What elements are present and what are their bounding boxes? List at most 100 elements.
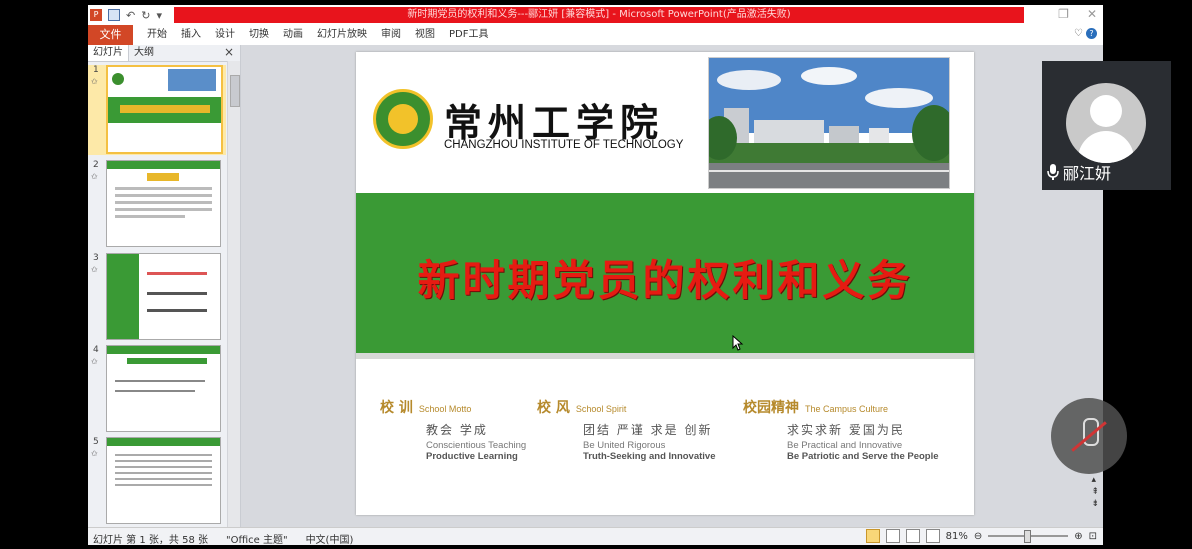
zoom-slider[interactable] (988, 530, 1069, 543)
thumbnail-preview (106, 345, 221, 432)
restore-button[interactable]: ❐ (1058, 7, 1069, 21)
slides-pane: 幻灯片 大纲 × 1 ✩ 2 ✩ 3 ✩ 4 ✩ 5 ✩ (88, 45, 241, 527)
thumbnail-number: 2 (93, 160, 99, 170)
animation-star-icon: ✩ (91, 172, 98, 181)
current-slide[interactable]: 常州工学院 CHANGZHOU INSTITUTE OF TECHNOLOGY (356, 52, 974, 515)
campus-culture-block: 校园精神 The Campus Culture 求实求新 爱国为民 Be Prac… (743, 397, 939, 462)
tab-design[interactable]: 设计 (208, 25, 242, 45)
thumbnail-number: 4 (93, 345, 99, 355)
motto-cn: 教会 学成 (426, 423, 488, 437)
slide-thumbnail-5[interactable]: 5 ✩ (88, 437, 226, 527)
slideshow-view-icon[interactable] (925, 529, 940, 543)
tab-slideshow[interactable]: 幻灯片放映 (310, 25, 374, 45)
slide-sorter-view-icon[interactable] (885, 529, 900, 543)
tab-transitions[interactable]: 切换 (242, 25, 276, 45)
slide-nav-icons: ▴ ⇞ ⇟ (1091, 475, 1099, 509)
tab-animations[interactable]: 动画 (276, 25, 310, 45)
reading-view-icon[interactable] (905, 529, 920, 543)
microphone-icon (1047, 164, 1059, 180)
window-controls: ❐ ✕ (1058, 7, 1097, 21)
slide-thumbnail-2[interactable]: 2 ✩ (88, 160, 226, 250)
spirit-en-2: Truth-Seeking and Innovative (583, 451, 716, 462)
slide-thumbnail-3[interactable]: 3 ✩ (88, 253, 226, 343)
tab-home[interactable]: 开始 (140, 25, 174, 45)
tab-outline[interactable]: 大纲 (129, 45, 159, 61)
slide-thumbnail-4[interactable]: 4 ✩ (88, 345, 226, 435)
slides-pane-scrollbar[interactable] (227, 61, 240, 527)
participant-video-tile[interactable]: 郦江妍 (1042, 61, 1171, 190)
spirit-en-1: Be United Rigorous (583, 440, 666, 451)
zoom-level[interactable]: 81% (946, 531, 968, 542)
help-icon[interactable]: ? (1086, 28, 1097, 39)
tab-pdf-tools[interactable]: PDF工具 (442, 25, 495, 45)
spirit-cn: 团结 严谨 求是 创新 (583, 423, 713, 437)
thumbnail-preview (106, 65, 223, 154)
previous-slide-icon[interactable]: ⇞ (1091, 487, 1099, 497)
fit-to-window-icon[interactable]: ⊡ (1089, 531, 1097, 542)
thumbnail-number: 3 (93, 253, 99, 263)
powerpoint-window: P ↶ ↻ ▾ 新时期党员的权利和义务---郦江妍 [兼容模式] - Micro… (88, 5, 1103, 545)
motto-en-1: Conscientious Teaching (426, 440, 527, 451)
culture-en-1: Be Practical and Innovative (787, 440, 903, 451)
ribbon-right-controls: ♡ ? (1074, 28, 1097, 39)
participant-name: 郦江妍 (1063, 164, 1112, 183)
tab-slides[interactable]: 幻灯片 (88, 45, 129, 61)
tab-review[interactable]: 审阅 (374, 25, 408, 45)
school-spirit-block: 校 风 School Spirit 团结 严谨 求是 创新 Be United R… (537, 397, 716, 462)
animation-star-icon: ✩ (91, 357, 98, 366)
spirit-heading: 校 风 (537, 400, 570, 416)
thumbnail-number: 1 (93, 65, 99, 75)
college-logo-icon (373, 89, 433, 149)
title-bar: P ↶ ↻ ▾ 新时期党员的权利和义务---郦江妍 [兼容模式] - Micro… (88, 5, 1103, 25)
slide-editing-area: 常州工学院 CHANGZHOU INSTITUTE OF TECHNOLOGY (241, 45, 1103, 527)
quick-access-toolbar: P ↶ ↻ ▾ (90, 7, 162, 23)
close-pane-icon[interactable]: × (224, 45, 234, 59)
culture-heading-en: The Campus Culture (805, 404, 889, 414)
tab-insert[interactable]: 插入 (174, 25, 208, 45)
window-title: 新时期党员的权利和义务---郦江妍 [兼容模式] - Microsoft Pow… (174, 7, 1024, 23)
participant-avatar (1066, 83, 1146, 163)
scrollbar-thumb[interactable] (230, 75, 240, 107)
spirit-heading-en: School Spirit (575, 404, 627, 414)
mute-microphone-button[interactable] (1051, 398, 1127, 474)
tab-view[interactable]: 视图 (408, 25, 442, 45)
divider-line (356, 353, 974, 359)
thumbnail-number: 5 (93, 437, 99, 447)
slide-count: 幻灯片 第 1 张，共 58 张 (93, 535, 208, 545)
slide-thumbnail-1[interactable]: 1 ✩ (88, 65, 226, 155)
animation-star-icon: ✩ (91, 77, 98, 86)
zoom-in-icon[interactable]: ⊕ (1074, 531, 1082, 542)
culture-heading: 校园精神 (743, 400, 799, 416)
status-bar: 幻灯片 第 1 张，共 58 张 "Office 主题" 中文(中国) 81% … (88, 527, 1103, 545)
undo-icon[interactable]: ↶ (126, 9, 135, 22)
theme-name: "Office 主题" (225, 535, 288, 545)
motto-heading-en: School Motto (418, 404, 472, 414)
motto-en-2: Productive Learning (426, 451, 518, 462)
school-name-en: CHANGZHOU INSTITUTE OF TECHNOLOGY (444, 139, 684, 151)
zoom-out-icon[interactable]: ⊖ (974, 531, 982, 542)
language-indicator[interactable]: 中文(中国) (306, 531, 354, 545)
school-motto-block: 校 训 School Motto 教会 学成 Conscientious Teac… (380, 397, 526, 462)
animation-star-icon: ✩ (91, 449, 98, 458)
thumbnail-preview (106, 160, 221, 247)
normal-view-icon[interactable] (865, 529, 880, 543)
culture-en-2: Be Patriotic and Serve the People (787, 451, 939, 462)
powerpoint-logo-icon: P (90, 9, 102, 21)
thumbnail-preview (106, 437, 221, 524)
motto-heading: 校 训 (380, 400, 413, 416)
customize-qat-icon[interactable]: ▾ (156, 9, 162, 22)
next-slide-icon[interactable]: ⇟ (1091, 499, 1099, 509)
slides-pane-tabs: 幻灯片 大纲 × (88, 45, 240, 62)
campus-photo (708, 57, 950, 189)
save-icon[interactable] (108, 9, 120, 21)
mouse-cursor-icon (732, 335, 744, 351)
scroll-up-icon[interactable]: ▴ (1091, 475, 1099, 485)
redo-icon[interactable]: ↻ (141, 9, 150, 22)
minimize-ribbon-icon[interactable]: ♡ (1074, 28, 1083, 39)
file-tab[interactable]: 文件 (88, 25, 133, 45)
thumbnail-preview (106, 253, 221, 340)
ribbon-tabs: 文件 开始 插入 设计 切换 动画 幻灯片放映 审阅 视图 PDF工具 ♡ ? (88, 25, 1103, 46)
slide-main-title: 新时期党员的权利和义务 (417, 256, 913, 305)
participant-label: 郦江妍 (1046, 160, 1111, 184)
close-window-button[interactable]: ✕ (1087, 7, 1097, 21)
